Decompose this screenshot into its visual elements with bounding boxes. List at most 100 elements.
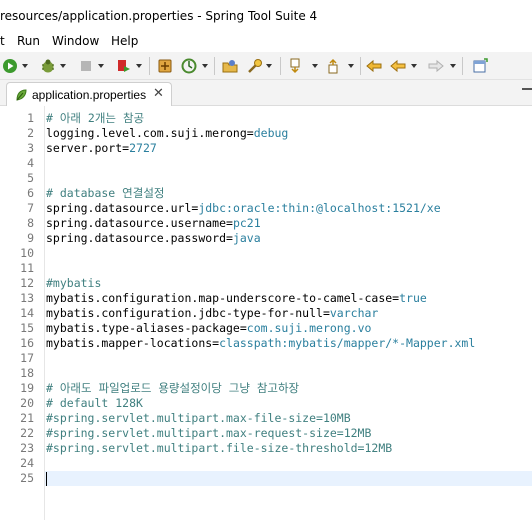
comment-token: #spring.servlet.multipart.max-file-size=… xyxy=(46,411,351,425)
line-number: 15 xyxy=(20,321,34,335)
line-number: 12 xyxy=(20,276,34,290)
code-line[interactable]: 20 # default 128K xyxy=(0,396,532,411)
code-line[interactable]: 11 xyxy=(0,261,532,276)
code-text: #spring.servlet.multipart.max-file-size=… xyxy=(46,411,351,426)
debug-dropdown-arrow[interactable] xyxy=(60,64,66,68)
menu-item-help[interactable]: Help xyxy=(111,34,138,48)
boot-dropdown-arrow[interactable] xyxy=(202,64,208,68)
back-dropdown-arrow[interactable] xyxy=(411,64,417,68)
properties-file-icon xyxy=(16,89,27,101)
comment-token: #mybatis xyxy=(46,276,102,290)
prev-annotation-icon[interactable] xyxy=(326,58,342,74)
minimize-icon[interactable] xyxy=(522,88,532,90)
menu-item-window[interactable]: Window xyxy=(52,34,99,48)
key-token: mybatis.type-aliases-package= xyxy=(46,321,247,335)
comment-token: # default 128K xyxy=(46,396,143,410)
run-dropdown-arrow[interactable] xyxy=(22,64,28,68)
search-dropdown-arrow[interactable] xyxy=(266,64,272,68)
editor-tab-bar: application.properties ✕ xyxy=(0,80,532,107)
line-number: 8 xyxy=(27,216,34,230)
open-perspective-icon[interactable] xyxy=(472,58,488,74)
boot-dashboard-icon[interactable] xyxy=(181,58,197,74)
code-line[interactable]: 24 xyxy=(0,456,532,471)
stop-icon[interactable] xyxy=(78,58,94,74)
line-number: 24 xyxy=(20,456,34,470)
line-number: 3 xyxy=(27,141,34,155)
toolbar-separator xyxy=(462,57,463,75)
code-line[interactable]: 21 #spring.servlet.multipart.max-file-siz… xyxy=(0,411,532,426)
next-annotation-dropdown-arrow[interactable] xyxy=(312,64,318,68)
forward-dropdown-arrow[interactable] xyxy=(450,64,456,68)
code-line[interactable]: 25 xyxy=(0,471,532,486)
code-text: spring.datasource.password=java xyxy=(46,231,261,246)
code-line[interactable]: 14 mybatis.configuration.jdbc-type-for-nu… xyxy=(0,306,532,321)
key-token: spring.datasource.url= xyxy=(46,201,199,215)
code-text: # database 연결설정 xyxy=(46,186,164,201)
code-line[interactable]: 12 #mybatis xyxy=(0,276,532,291)
last-edit-location-icon[interactable] xyxy=(366,58,382,74)
open-type-icon[interactable] xyxy=(222,58,238,74)
search-icon[interactable] xyxy=(247,58,263,74)
code-line[interactable]: 8 spring.datasource.username=pc21 xyxy=(0,216,532,231)
code-text: mybatis.configuration.map-underscore-to-… xyxy=(46,291,427,306)
prev-annotation-dropdown-arrow[interactable] xyxy=(348,64,354,68)
forward-icon[interactable] xyxy=(428,58,444,74)
tab-application-properties[interactable]: application.properties ✕ xyxy=(6,82,172,107)
menu-item-run[interactable]: Run xyxy=(17,34,40,48)
code-line[interactable]: 17 xyxy=(0,351,532,366)
properties-editor[interactable]: 1 # 아래 2개는 참공 2 logging.level.com.suji.mero… xyxy=(0,106,532,520)
coverage-dropdown-arrow[interactable] xyxy=(136,64,142,68)
close-icon[interactable]: ✕ xyxy=(153,86,164,100)
menu-item-truncated[interactable]: t xyxy=(0,34,5,48)
value-token: jdbc:oracle:thin:@localhost:1521/xe xyxy=(198,201,441,215)
code-line[interactable]: 5 xyxy=(0,171,532,186)
comment-token: #spring.servlet.multipart.max-request-si… xyxy=(46,426,372,440)
code-line[interactable]: 2 logging.level.com.suji.merong=debug xyxy=(0,126,532,141)
back-icon[interactable] xyxy=(390,58,406,74)
code-line[interactable]: 22 #spring.servlet.multipart.max-request-… xyxy=(0,426,532,441)
run-icon[interactable] xyxy=(2,58,18,74)
tab-label: application.properties xyxy=(32,88,147,102)
key-token: logging.level.com.suji.merong= xyxy=(46,126,254,140)
code-line[interactable]: 7 spring.datasource.url=jdbc:oracle:thin:… xyxy=(0,201,532,216)
next-annotation-icon[interactable] xyxy=(288,58,304,74)
toolbar-separator xyxy=(360,57,361,75)
comment-token: # 아래 2개는 참공 xyxy=(46,111,145,125)
code-text: # default 128K xyxy=(46,396,143,411)
code-line[interactable]: 1 # 아래 2개는 참공 xyxy=(0,111,532,126)
value-token: java xyxy=(232,231,261,245)
new-spring-project-icon[interactable] xyxy=(157,58,173,74)
line-number: 23 xyxy=(20,441,34,455)
line-number: 18 xyxy=(20,366,34,380)
code-line[interactable]: 16 mybatis.mapper-locations=classpath:myb… xyxy=(0,336,532,351)
code-line[interactable]: 3 server.port=2727 xyxy=(0,141,532,156)
key-token: mybatis.mapper-locations= xyxy=(46,336,220,350)
code-text: #mybatis xyxy=(46,276,101,291)
text-cursor xyxy=(46,472,47,486)
line-number: 2 xyxy=(27,126,34,140)
line-number: 13 xyxy=(20,291,34,305)
value-token: pc21 xyxy=(232,216,261,230)
value-token: classpath:mybatis/mapper/*-Mapper.xml xyxy=(219,336,476,350)
code-line[interactable]: 15 mybatis.type-aliases-package=com.suji.… xyxy=(0,321,532,336)
code-line[interactable]: 4 xyxy=(0,156,532,171)
coverage-icon[interactable] xyxy=(116,58,132,74)
toolbar-separator xyxy=(214,57,215,75)
code-text: logging.level.com.suji.merong=debug xyxy=(46,126,288,141)
code-line[interactable]: 19 # 아래도 파일업로드 용량설정이당 그냥 참고하장 xyxy=(0,381,532,396)
line-number: 19 xyxy=(20,381,34,395)
line-number: 9 xyxy=(27,231,34,245)
code-line[interactable]: 13 mybatis.configuration.map-underscore-t… xyxy=(0,291,532,306)
code-line[interactable]: 10 xyxy=(0,246,532,261)
comment-token: # 아래도 파일업로드 용량설정이당 그냥 참고하장 xyxy=(46,381,300,395)
code-line[interactable]: 6 # database 연결설정 xyxy=(0,186,532,201)
code-line[interactable]: 9 spring.datasource.password=java xyxy=(0,231,532,246)
code-text: #spring.servlet.multipart.max-request-si… xyxy=(46,426,371,441)
value-token: true xyxy=(399,291,427,305)
debug-icon[interactable] xyxy=(40,58,56,74)
code-line[interactable]: 18 xyxy=(0,366,532,381)
code-line[interactable]: 23 #spring.servlet.multipart.file-size-th… xyxy=(0,441,532,456)
line-number: 11 xyxy=(20,261,34,275)
stop-dropdown-arrow[interactable] xyxy=(98,64,104,68)
value-token: debug xyxy=(253,126,289,140)
